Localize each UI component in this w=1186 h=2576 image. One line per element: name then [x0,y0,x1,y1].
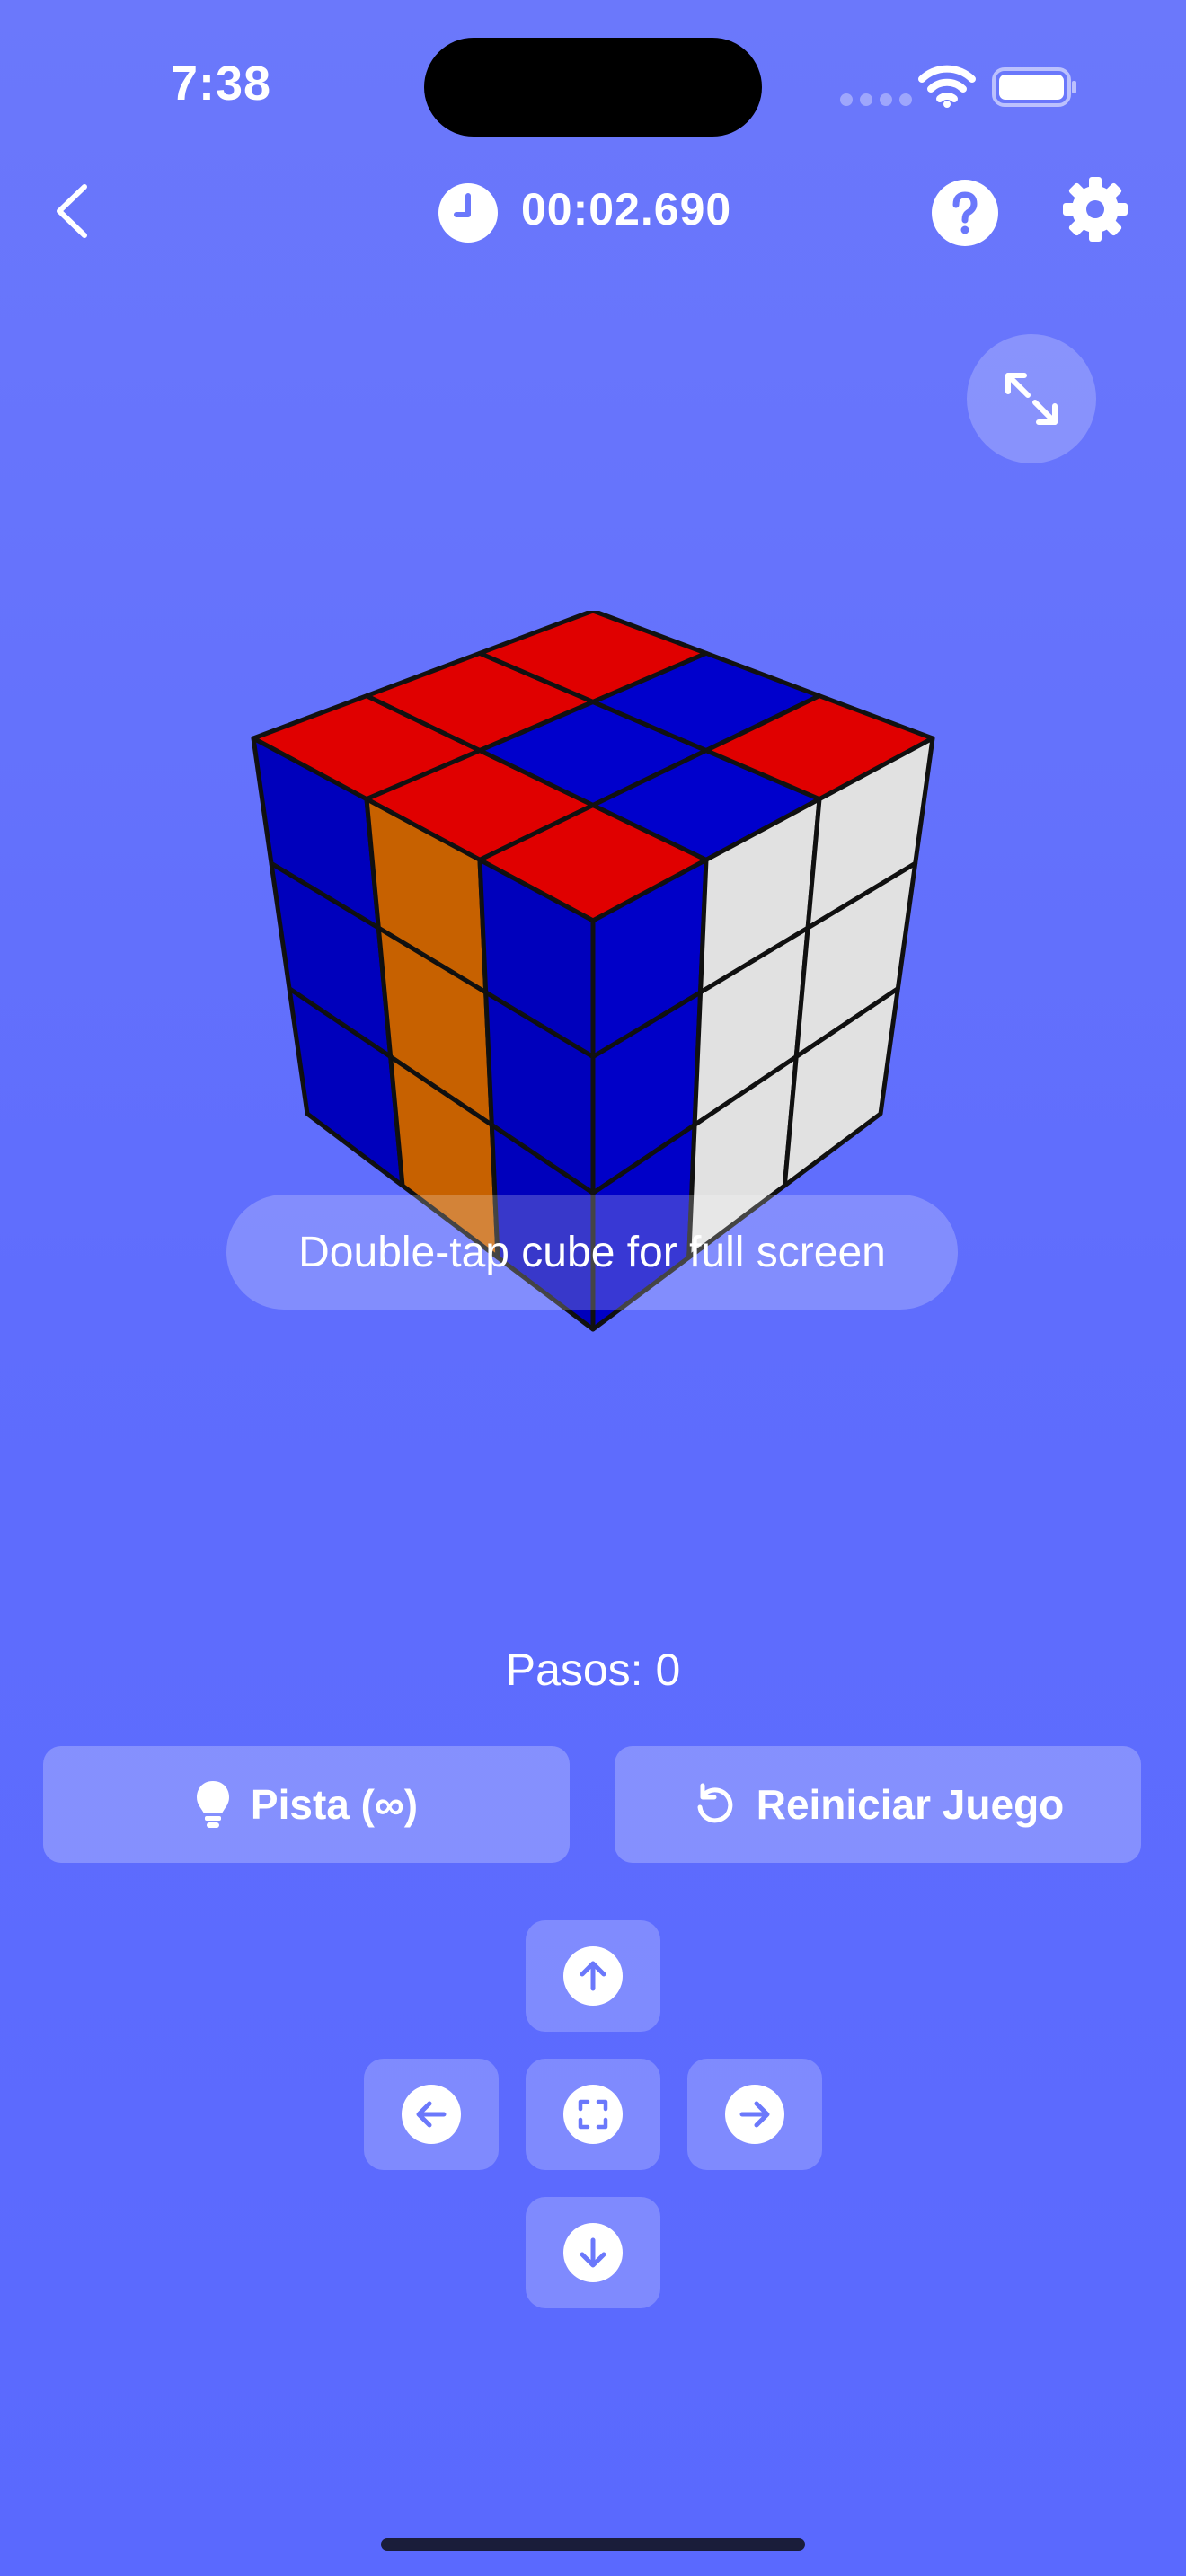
lightbulb-icon [196,1781,229,1828]
cellular-signal-icon [840,93,912,106]
arrow-left-icon [416,2101,447,2128]
gear-icon [1063,177,1128,242]
help-button[interactable] [931,179,999,251]
focus-frame-icon [578,2099,608,2130]
question-circle-icon [932,180,998,246]
fullscreen-button[interactable] [967,334,1096,463]
dynamic-island [424,38,762,137]
rotate-left-button[interactable] [364,2059,499,2170]
reset-game-button[interactable]: Reiniciar Juego [615,1746,1141,1863]
wifi-icon [918,65,976,108]
chevron-left-icon [57,184,87,238]
rotate-right-button[interactable] [687,2059,822,2170]
arrow-up-icon [580,1961,606,1991]
battery-icon [992,67,1076,107]
fullscreen-hint-toast: Double-tap cube for full screen [226,1195,958,1310]
back-button[interactable] [47,180,101,243]
status-time: 7:38 [171,57,272,110]
rotate-up-button[interactable] [526,1920,660,2032]
fullscreen-hint-text: Double-tap cube for full screen [298,1228,886,1276]
timer-display: 00:02.690 [521,184,732,234]
expand-arrows-icon [1005,373,1058,425]
arrow-right-icon [739,2101,770,2128]
settings-button[interactable] [1062,176,1128,247]
rotate-down-button[interactable] [526,2197,660,2308]
reset-button-label: Reiniciar Juego [756,1781,1065,1828]
steps-counter: Pasos: 0 [505,1645,681,1695]
center-view-button[interactable] [526,2059,660,2170]
rotate-ccw-icon [697,1783,733,1823]
hint-button[interactable]: Pista (∞) [43,1746,570,1863]
arrow-down-icon [580,2237,606,2268]
clock-icon [438,183,498,243]
hint-button-label: Pista (∞) [250,1781,419,1828]
home-indicator[interactable] [381,2538,805,2551]
